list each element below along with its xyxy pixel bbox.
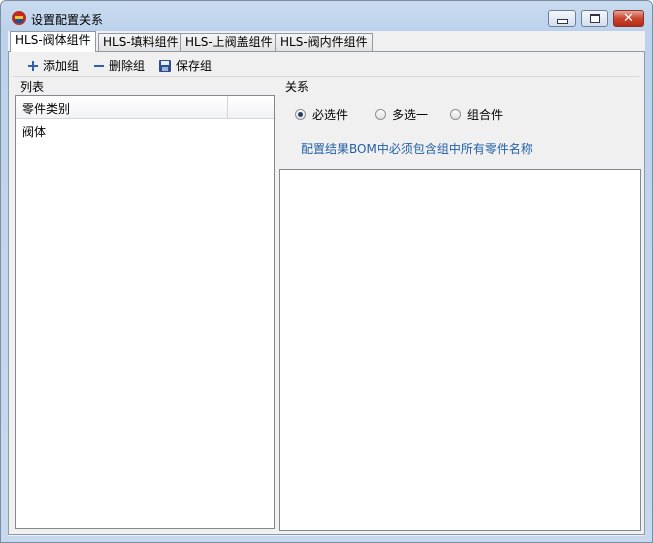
minus-icon <box>94 64 104 67</box>
app-logo-icon <box>12 11 26 25</box>
plus-icon <box>28 60 38 71</box>
column-header-part-category[interactable]: 零件类别 <box>22 100 70 117</box>
radio-selected-icon <box>295 109 306 120</box>
close-button[interactable]: ✕ <box>613 10 644 27</box>
client-area: HLS-阀体组件 HLS-填料组件 HLS-上阀盖组件 HLS-阀内件组件 添加… <box>8 31 645 536</box>
save-group-label: 保存组 <box>176 59 213 73</box>
relation-hint: 配置结果BOM中必须包含组中所有零件名称 <box>301 142 533 156</box>
delete-group-label: 删除组 <box>109 59 146 73</box>
radio-choose-one-label: 多选一 <box>392 108 429 122</box>
add-group-label: 添加组 <box>43 59 80 73</box>
maximize-button[interactable] <box>581 10 608 27</box>
tab-bonnet[interactable]: HLS-上阀盖组件 <box>180 33 278 51</box>
tab-panel: 添加组 删除组 保存组 列表 关系 零件类别 阀体 必选件 多选一 组合件 配置… <box>8 51 645 535</box>
relation-options: 必选件 多选一 组合件 配置结果BOM中必须包含组中所有零件名称 <box>279 86 640 166</box>
tab-trim[interactable]: HLS-阀内件组件 <box>275 33 373 51</box>
save-group-button[interactable]: 保存组 <box>158 57 212 74</box>
list-header: 零件类别 <box>16 96 274 119</box>
radio-assembly[interactable]: 组合件 <box>450 106 503 123</box>
close-icon: ✕ <box>623 11 634 26</box>
part-category-list[interactable]: 零件类别 阀体 <box>15 95 275 529</box>
floppy-disk-icon <box>159 59 171 72</box>
radio-assembly-label: 组合件 <box>467 108 504 122</box>
add-group-button[interactable]: 添加组 <box>27 57 79 74</box>
tab-packing[interactable]: HLS-填料组件 <box>98 33 184 51</box>
radio-unselected-icon <box>450 109 461 120</box>
toolbar: 添加组 删除组 保存组 <box>13 54 639 77</box>
minimize-icon <box>556 19 568 24</box>
list-item[interactable]: 阀体 <box>22 123 46 140</box>
column-divider[interactable] <box>227 96 228 118</box>
radio-required-label: 必选件 <box>312 108 349 122</box>
minimize-button[interactable] <box>548 10 576 27</box>
dialog-window: 设置配置关系 ✕ HLS-阀体组件 HLS-填料组件 HLS-上阀盖组件 HLS… <box>0 0 653 543</box>
radio-choose-one[interactable]: 多选一 <box>375 106 428 123</box>
list-panel-label: 列表 <box>20 80 45 94</box>
maximize-icon <box>589 14 600 23</box>
relation-content-box[interactable] <box>279 169 641 531</box>
tab-valve-body[interactable]: HLS-阀体组件 <box>10 31 96 52</box>
window-title: 设置配置关系 <box>31 13 104 27</box>
title-bar[interactable]: 设置配置关系 ✕ <box>1 1 652 31</box>
radio-required[interactable]: 必选件 <box>295 106 348 123</box>
delete-group-button[interactable]: 删除组 <box>93 57 145 74</box>
radio-unselected-icon <box>375 109 386 120</box>
